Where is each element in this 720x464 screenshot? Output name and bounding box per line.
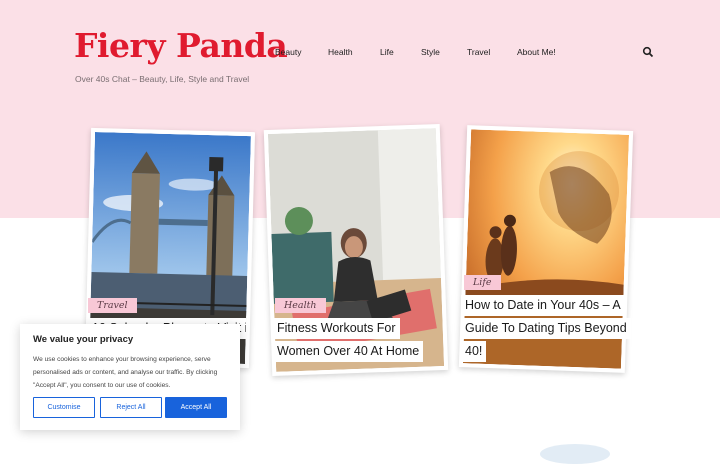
post-title-line[interactable]: Women Over 40 At Home — [273, 341, 424, 362]
nav-item-travel[interactable]: Travel — [467, 47, 490, 57]
site-tagline: Over 40s Chat – Beauty, Life, Style and … — [75, 74, 250, 84]
nav-item-life[interactable]: Life — [380, 47, 394, 57]
post-title-line[interactable]: Fitness Workouts For — [273, 318, 400, 339]
customise-button[interactable]: Customise — [33, 397, 95, 418]
post-title-line[interactable]: How to Date in Your 40s – A — [461, 295, 625, 316]
nav-item-style[interactable]: Style — [421, 47, 440, 57]
post-title-line[interactable]: 40! — [461, 341, 487, 362]
cookie-consent-banner: We value your privacy We use cookies to … — [20, 324, 240, 430]
post-category-tag[interactable]: Health — [275, 298, 326, 313]
site-logo[interactable]: Fiery Panda — [74, 24, 288, 68]
post-category-tag[interactable]: Travel — [88, 298, 137, 313]
nav-item-beauty[interactable]: Beauty — [275, 47, 301, 57]
post-title-line[interactable]: Guide To Dating Tips Beyond — [461, 318, 631, 339]
cookie-banner-text: We use cookies to enhance your browsing … — [33, 356, 218, 389]
post-category-tag[interactable]: Life — [464, 275, 501, 290]
nav-item-health[interactable]: Health — [328, 47, 353, 57]
cookie-banner-title: We value your privacy — [33, 334, 134, 345]
search-icon[interactable] — [642, 46, 654, 58]
nav-item-about[interactable]: About Me! — [517, 47, 556, 57]
reject-all-button[interactable]: Reject All — [100, 397, 162, 418]
decorative-shape — [540, 444, 610, 464]
accept-all-button[interactable]: Accept All — [165, 397, 227, 418]
